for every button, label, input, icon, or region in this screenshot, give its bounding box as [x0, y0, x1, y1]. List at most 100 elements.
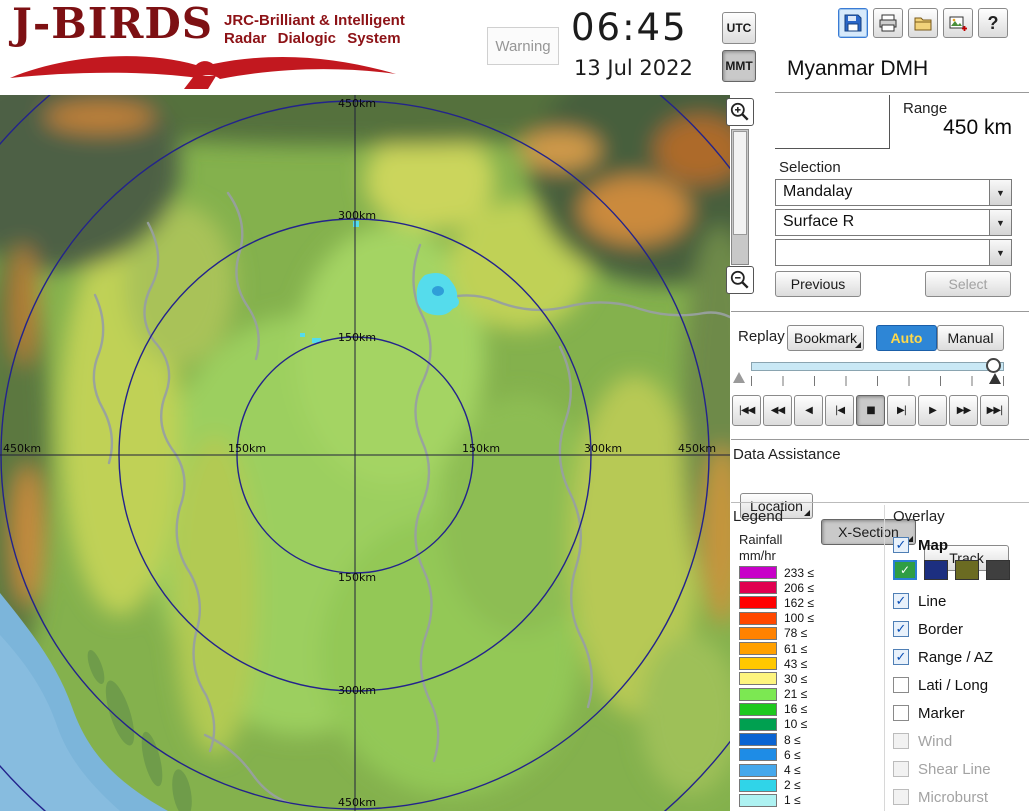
panel-divider [731, 502, 1029, 503]
checkbox [893, 761, 909, 777]
mmt-toggle-button[interactable]: MMT [722, 50, 756, 82]
legend-row: 233 ≤ [739, 565, 814, 580]
bookmark-button[interactable]: Bookmark [787, 325, 864, 351]
overlay-item-label: Line [918, 593, 946, 610]
chevron-down-icon[interactable]: ▼ [989, 180, 1011, 205]
zoom-in-button[interactable] [726, 98, 754, 126]
add-image-button[interactable] [943, 8, 973, 38]
legend-color-swatch [739, 672, 777, 685]
legend-color-swatch [739, 733, 777, 746]
step-forward-button[interactable]: ▶| [887, 395, 916, 426]
overlay-item-line[interactable]: ✓ Line [893, 587, 993, 615]
product-dropdown[interactable]: Surface R ▼ [775, 209, 1012, 236]
overlay-item-map[interactable]: ✓ Map [893, 531, 948, 559]
utc-toggle-button[interactable]: UTC [722, 12, 756, 44]
legend-value: 30 ≤ [784, 672, 807, 686]
range-value: 450 km [900, 116, 1012, 140]
legend-color-swatch [739, 657, 777, 670]
zoom-slider-thumb[interactable] [733, 131, 747, 235]
overlay-item-label: Lati / Long [918, 677, 988, 694]
checkbox[interactable]: ✓ [893, 593, 909, 609]
checkbox[interactable] [893, 705, 909, 721]
legend-color-swatch [739, 581, 777, 594]
clock-date: 13 Jul 2022 [574, 56, 693, 80]
legend-color-swatch [739, 612, 777, 625]
overlay-item-lati-long[interactable]: Lati / Long [893, 671, 993, 699]
legend-value: 43 ≤ [784, 657, 807, 671]
replay-label: Replay [738, 328, 785, 345]
legend-unit-line2: mm/hr [739, 548, 776, 563]
map-theme-swatch-1[interactable]: ✓ [893, 560, 917, 580]
checkbox [893, 733, 909, 749]
chevron-down-icon[interactable]: ▼ [989, 210, 1011, 235]
range-label: Range [903, 100, 947, 117]
play-button[interactable]: ▶ [918, 395, 947, 426]
replay-timeline-track[interactable] [751, 362, 1004, 371]
option-dropdown[interactable]: ▼ [775, 239, 1012, 266]
overlay-item-range-az[interactable]: ✓Range / AZ [893, 643, 993, 671]
legend-color-swatch [739, 642, 777, 655]
open-folder-icon [913, 13, 933, 33]
product-display-box [775, 95, 890, 149]
overlay-item-border[interactable]: ✓Border [893, 615, 993, 643]
help-icon: ? [988, 13, 999, 34]
zoom-out-button[interactable] [726, 266, 754, 294]
zoom-out-icon [729, 269, 751, 291]
map-theme-swatch-4[interactable] [986, 560, 1010, 580]
manual-mode-button[interactable]: Manual [937, 325, 1004, 351]
legend-row: 78 ≤ [739, 626, 814, 641]
playback-controls: |◀◀◀◀◀|◀■▶|▶▶▶▶▶| [732, 395, 1009, 426]
previous-button[interactable]: Previous [775, 271, 861, 297]
help-button[interactable]: ? [978, 8, 1008, 38]
chevron-down-icon[interactable]: ▼ [989, 240, 1011, 265]
map-theme-swatch-2[interactable] [924, 560, 948, 580]
print-button[interactable] [873, 8, 903, 38]
app-logo-subtitle: JRC-Brilliant & Intelligent Radar Dialog… [224, 12, 405, 48]
radar-map-display[interactable]: 450km 300km 150km 150km 300km 450km 450k… [0, 95, 730, 811]
app-logo-title: J-BIRDS [12, 2, 213, 46]
logo-subtitle-line2: Radar Dialogic System [224, 30, 405, 48]
site-dropdown[interactable]: Mandalay ▼ [775, 179, 1012, 206]
checkbox[interactable]: ✓ [893, 537, 909, 553]
panel-divider [731, 439, 1029, 440]
range-ring-label: 150km [338, 571, 376, 584]
legend-overlay-divider [884, 505, 885, 811]
rain-echo-core [432, 286, 444, 296]
play-backward-button[interactable]: ◀ [794, 395, 823, 426]
replay-timeline-handle[interactable] [986, 358, 1001, 373]
selection-label: Selection [779, 159, 841, 176]
stop-button[interactable]: ■ [856, 395, 885, 426]
checkbox[interactable] [893, 677, 909, 693]
open-folder-button[interactable] [908, 8, 938, 38]
zoom-in-icon [729, 101, 751, 123]
overlay-items: ✓ Line ✓Border✓Range / AZ Lati / Long Marker… [893, 587, 993, 811]
legend-color-swatch [739, 627, 777, 640]
legend-row: 2 ≤ [739, 778, 814, 793]
save-button[interactable] [838, 8, 868, 38]
checkbox[interactable]: ✓ [893, 649, 909, 665]
legend-row: 100 ≤ [739, 611, 814, 626]
fast-rewind-button[interactable]: ◀◀ [763, 395, 792, 426]
auto-mode-button[interactable]: Auto [876, 325, 937, 351]
save-icon [843, 13, 863, 33]
option-dropdown-value[interactable] [776, 240, 989, 265]
overlay-item-marker[interactable]: Marker [893, 699, 993, 727]
step-backward-button[interactable]: |◀ [825, 395, 854, 426]
range-ring-label: 300km [338, 684, 376, 697]
skip-to-end-button[interactable]: ▶▶| [980, 395, 1009, 426]
legend-row: 16 ≤ [739, 702, 814, 717]
legend-row: 30 ≤ [739, 671, 814, 686]
site-dropdown-value[interactable]: Mandalay [776, 180, 989, 205]
checkbox[interactable]: ✓ [893, 621, 909, 637]
map-theme-swatch-3[interactable] [955, 560, 979, 580]
select-button: Select [925, 271, 1011, 297]
legend-value: 21 ≤ [784, 687, 807, 701]
overlay-item-shear-line: Shear Line [893, 755, 993, 783]
fast-forward-button[interactable]: ▶▶ [949, 395, 978, 426]
legend-row: 61 ≤ [739, 641, 814, 656]
legend-color-swatch [739, 764, 777, 777]
legend-row: 8 ≤ [739, 732, 814, 747]
product-dropdown-value[interactable]: Surface R [776, 210, 989, 235]
skip-to-start-button[interactable]: |◀◀ [732, 395, 761, 426]
legend-row: 1 ≤ [739, 793, 814, 808]
